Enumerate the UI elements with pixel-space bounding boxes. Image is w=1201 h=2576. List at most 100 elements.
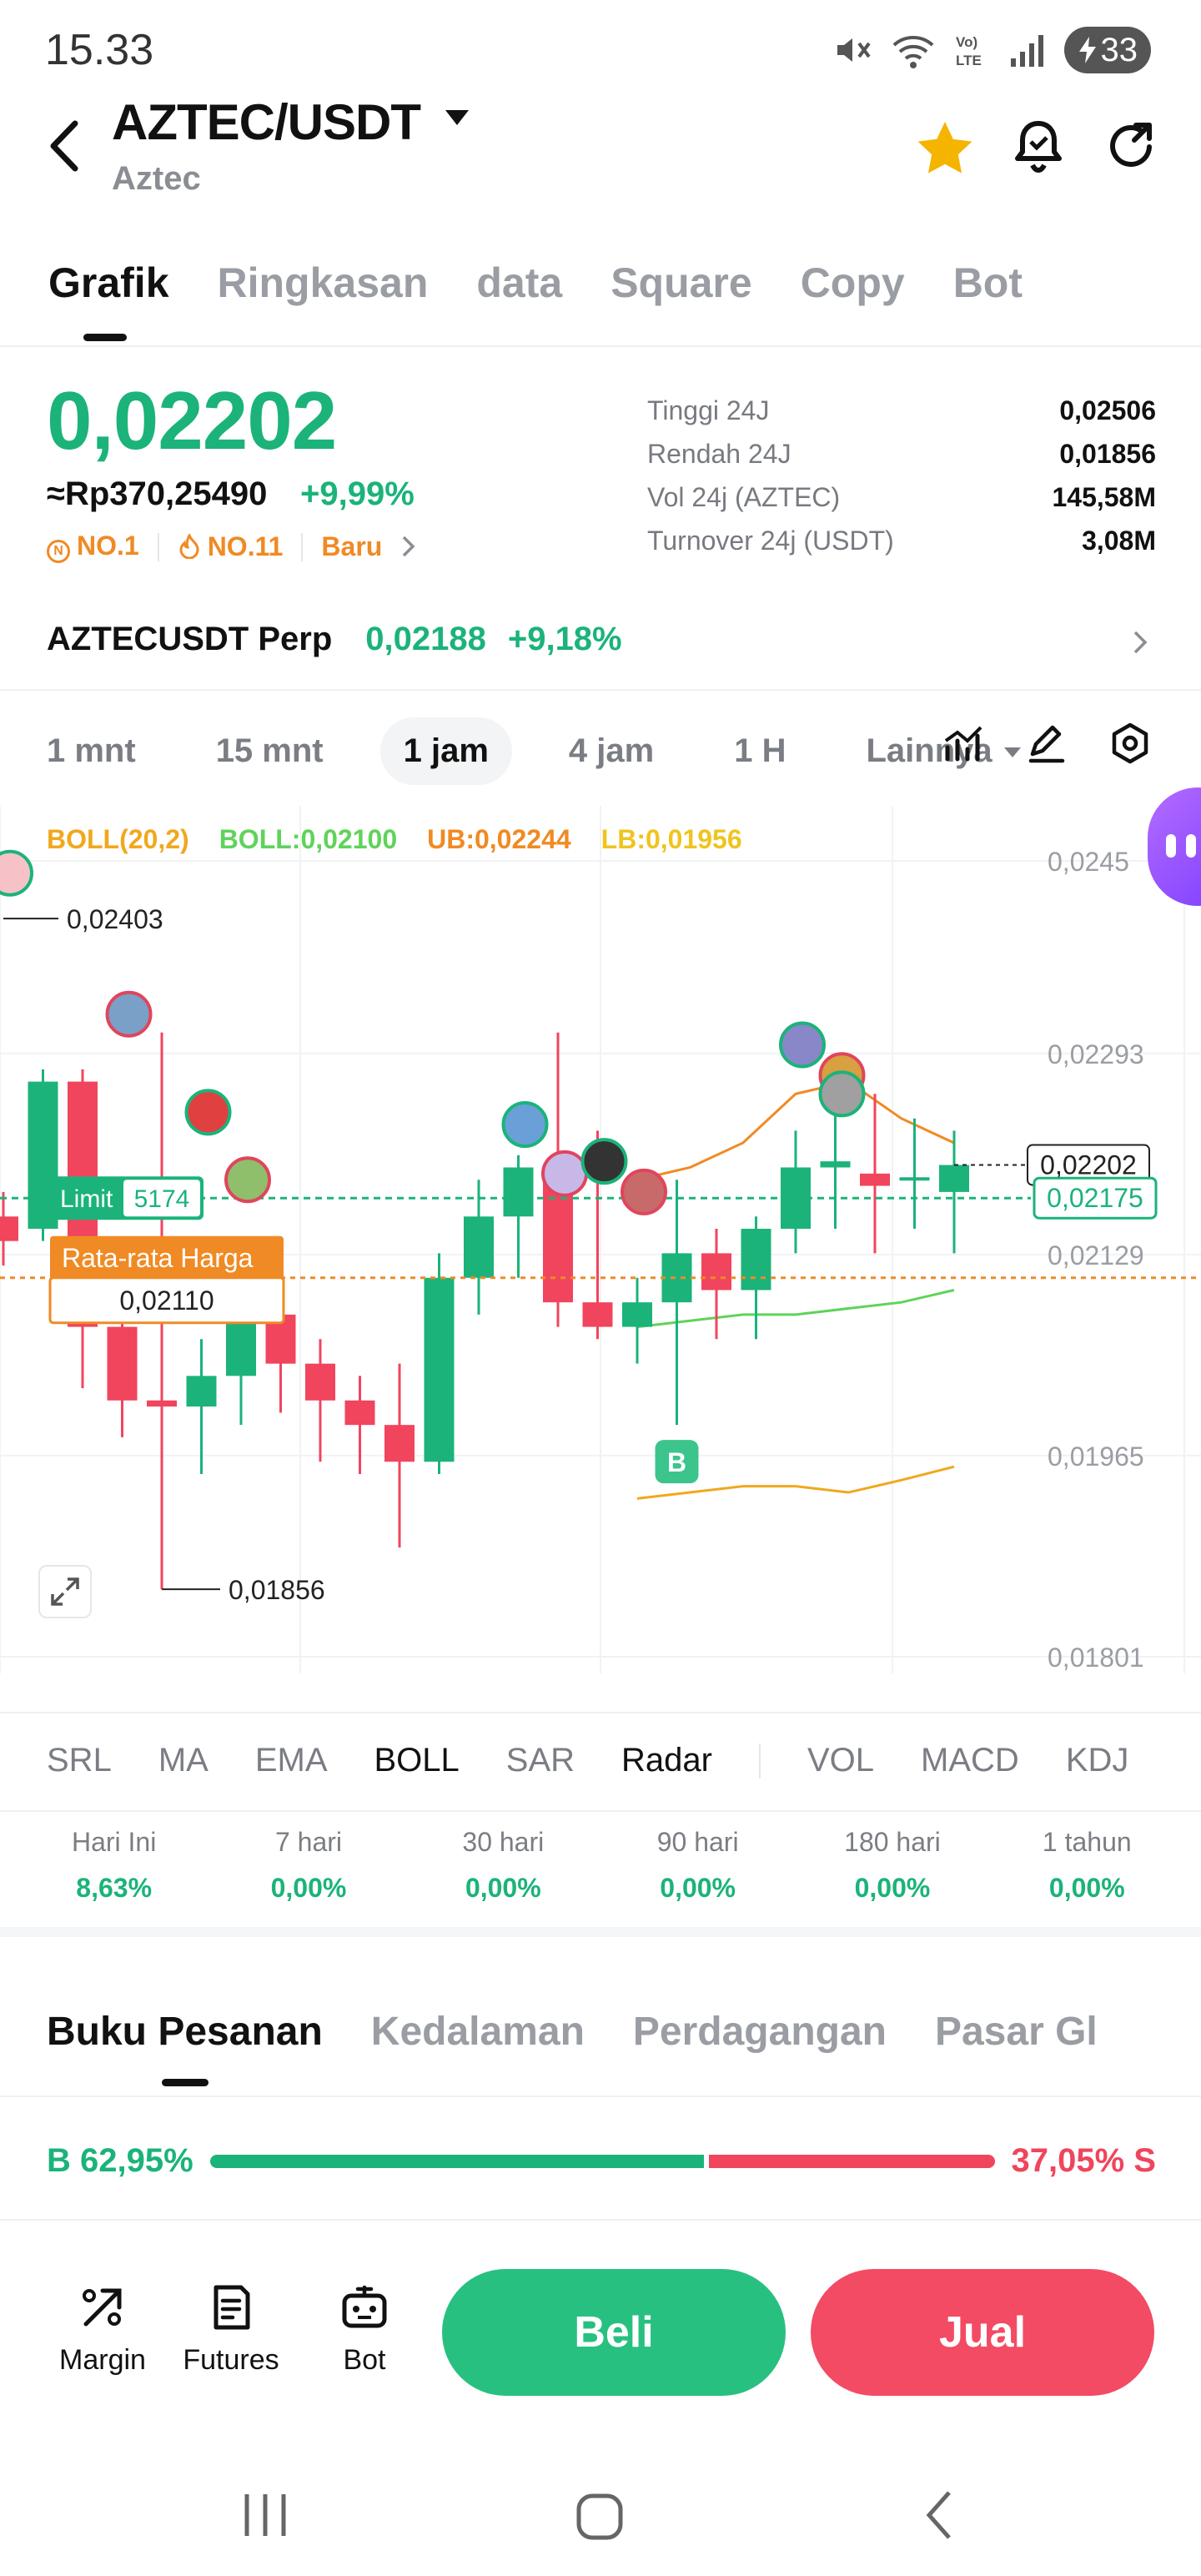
candle-body [503,1167,534,1217]
pair-dropdown-caret-icon[interactable] [445,110,469,125]
favorite-star-icon[interactable] [916,120,974,175]
rank-tag-1[interactable]: N NO.1 [47,531,139,563]
android-nav-bar [244,2491,951,2540]
candle-body [741,1228,771,1291]
sell-button[interactable]: Jual [811,2269,1154,2396]
new-tag[interactable]: Baru [321,531,419,562]
perp-change: +9,18% [507,621,622,657]
average-price-title: Rata-rata Harga [62,1243,254,1273]
interval-1h[interactable]: 1 jam [379,717,512,785]
indicator-kdj[interactable]: KDJ [1066,1742,1129,1779]
back-nav-icon[interactable] [926,2491,951,2539]
high-label: 0,02403 [67,904,163,934]
indicator-separator [759,1743,761,1779]
back-button[interactable] [42,117,92,175]
ranking-tags: N NO.1 NO.11 Baru [47,531,419,563]
candle-body [899,1177,930,1181]
perf-value: 0,00% [660,1873,736,1903]
boll-ub: UB:0,02244 [427,824,571,854]
perf-label: 30 hari [462,1827,545,1857]
candle-body [344,1400,375,1426]
tab-trades[interactable]: Perdagangan [633,2009,887,2055]
buy-button[interactable]: Beli [442,2269,786,2396]
tab-ringkasan[interactable]: Ringkasan [218,259,429,307]
limit-order-qty: 5174 [134,1185,190,1213]
tab-square[interactable]: Square [611,259,752,307]
chart-tools [942,722,1151,764]
candle-body [0,1216,18,1241]
battery-level: 33 [1100,31,1138,68]
futures-button[interactable]: Futures [177,2282,285,2377]
candle-body [107,1326,138,1401]
pair-selector[interactable]: AZTEC/USDT [112,93,421,151]
status-time: 15.33 [45,26,154,74]
active-tab-indicator [83,334,127,341]
chevron-right-icon[interactable] [1131,627,1151,657]
divider [0,2219,1201,2221]
share-icon[interactable] [1106,118,1159,172]
stat-value: 145,58M [1052,481,1156,512]
indicator-sar[interactable]: SAR [506,1742,575,1779]
price-alert-bell-icon[interactable] [1013,118,1064,174]
main-tabs: Grafik Ringkasan data Square Copy Bot [48,259,1023,307]
indicator-tool-icon[interactable] [942,722,984,764]
indicator-ma[interactable]: MA [158,1742,209,1779]
interval-4h[interactable]: 4 jam [545,717,677,785]
fullscreen-expand-button[interactable] [38,1565,92,1618]
svg-text:Vo): Vo) [956,34,977,50]
rank-tag-2[interactable]: NO.11 [178,531,283,562]
y-tick-label: 0,01801 [1048,1643,1144,1673]
home-icon[interactable] [576,2493,623,2540]
tab-global-market[interactable]: Pasar Gl [935,2009,1098,2055]
tab-order-book[interactable]: Buku Pesanan [47,2009,323,2055]
tab-bot[interactable]: Bot [953,259,1023,307]
rank-tag-1-label: NO.1 [77,531,139,561]
candlestick-chart[interactable]: 0,02450,022930,021290,019650,0180102-12 … [0,806,1201,1673]
recent-apps-icon[interactable] [244,2494,286,2536]
candle-body [939,1165,969,1192]
perp-name: AZTECUSDT Perp [47,621,333,657]
indicator-boll[interactable]: BOLL [374,1742,460,1779]
indicator-vol[interactable]: VOL [807,1742,874,1779]
buy-sell-ratio: B 62,95% 37,05% S [47,2142,1156,2180]
perp-market-row[interactable]: AZTECUSDT Perp 0,02188 +9,18% [47,621,1156,658]
perf-value: 0,00% [1048,1873,1125,1903]
stat-label: Turnover 24j (USDT) [647,525,894,556]
stat-label: Vol 24j (AZTEC) [647,481,841,512]
wifi-icon [892,36,933,68]
margin-button[interactable]: Margin [48,2282,157,2377]
chart-settings-gear-icon[interactable] [1109,722,1151,764]
tab-grafik[interactable]: Grafik [48,259,169,307]
indicator-srl[interactable]: SRL [47,1742,112,1779]
radar-avatar-marker [0,849,33,897]
indicator-ema[interactable]: EMA [255,1742,328,1779]
stat-value: 0,01856 [1059,438,1156,469]
indicator-macd[interactable]: MACD [921,1742,1019,1779]
tab-copy[interactable]: Copy [801,259,905,307]
interval-1m[interactable]: 1 mnt [23,717,159,785]
mute-icon [837,38,871,62]
svg-text:LTE: LTE [956,53,982,68]
tab-depth[interactable]: Kedalaman [371,2009,585,2055]
draw-pen-icon[interactable] [1026,722,1068,764]
y-tick-label: 0,02293 [1048,1039,1144,1069]
interval-15m[interactable]: 15 mnt [193,717,347,785]
price-change-percent: +9,99% [300,475,415,512]
sell-ratio: 37,05% S [1011,2142,1156,2179]
indicator-radar[interactable]: Radar [621,1742,712,1779]
bot-robot-icon [342,2285,387,2328]
tab-data[interactable]: data [476,259,562,307]
stat-label: Rendah 24J [647,438,791,469]
stats-24h: Tinggi 24J 0,02506 Rendah 24J 0,01856 Vol … [647,389,1156,562]
radar-avatar-marker [580,1138,628,1185]
perf-today: Hari Ini 8,63% [31,1827,198,1904]
perf-1y: 1 tahun 0,00% [1003,1827,1170,1904]
new-tag-label: Baru [321,531,383,561]
boll-mid: BOLL:0,02100 [219,824,398,854]
bot-button[interactable]: Bot [310,2282,419,2377]
boll-name: BOLL(20,2) [47,824,189,854]
perf-label: 90 hari [656,1827,739,1857]
orderbook-tabs: Buku Pesanan Kedalaman Perdagangan Pasar… [47,2009,1106,2055]
interval-1d[interactable]: 1 H [711,717,809,785]
charging-icon [1078,37,1096,63]
